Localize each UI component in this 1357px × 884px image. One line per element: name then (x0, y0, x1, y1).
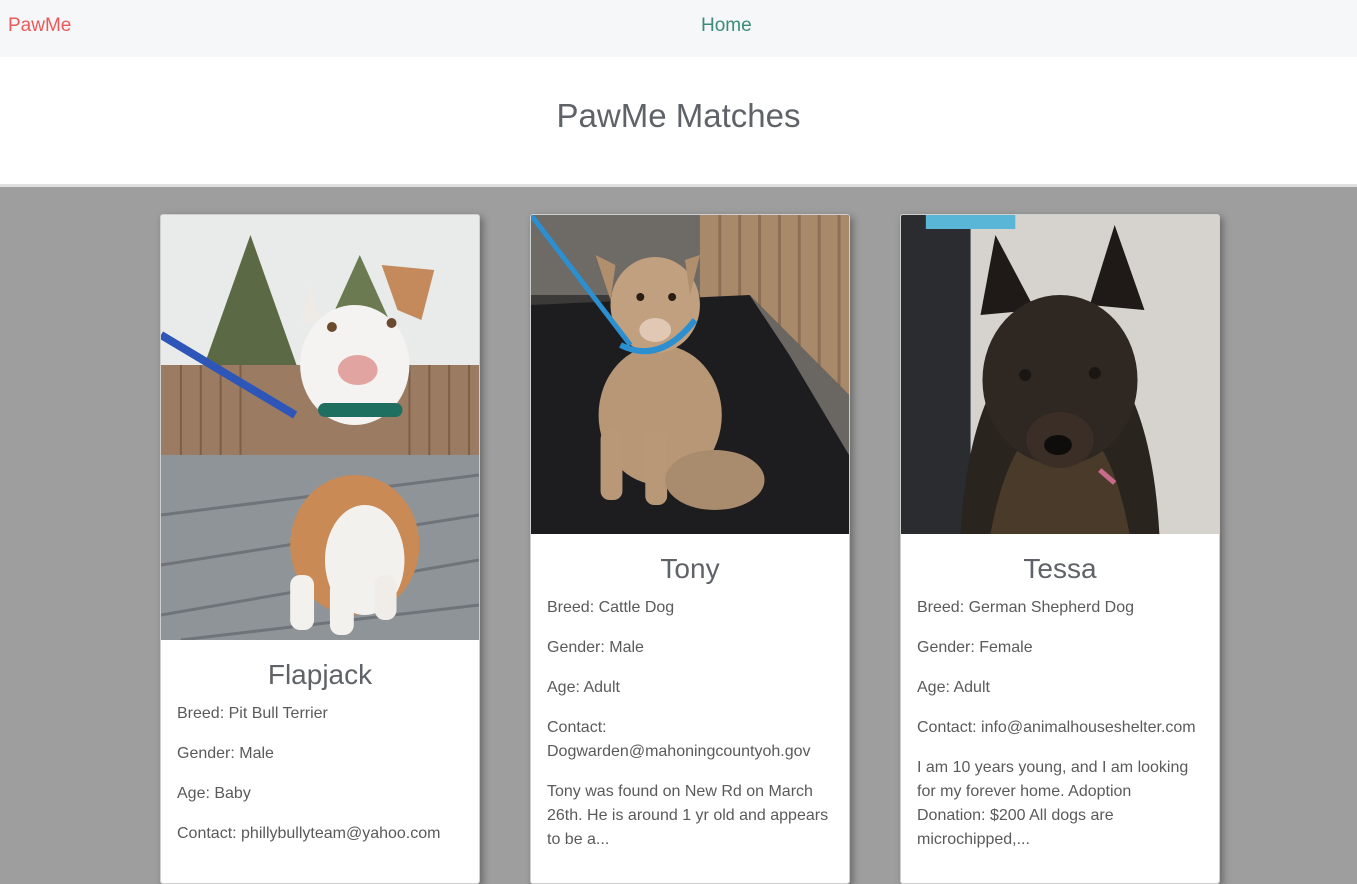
brand-logo-link[interactable]: PawMe (8, 15, 71, 37)
page-header: PawMe Matches (0, 57, 1357, 187)
pet-gender: Gender: Male (177, 745, 274, 762)
pet-age: Age: Adult (547, 679, 620, 696)
pet-breed: Breed: Pit Bull Terrier (177, 705, 328, 722)
pet-gender: Gender: Male (547, 639, 644, 656)
pet-card-flapjack[interactable]: Flapjack Breed: Pit Bull Terrier Gender:… (160, 214, 480, 884)
pet-name: Tony (660, 553, 720, 584)
page-title: PawMe Matches (556, 97, 801, 134)
pet-name: Flapjack (267, 659, 373, 690)
pet-breed: Breed: Cattle Dog (547, 599, 675, 616)
nav-home-link[interactable]: Home (701, 15, 752, 37)
cattle-dog-photo-icon (531, 215, 849, 534)
pet-breed: Breed: German Shepherd Dog (917, 599, 1135, 616)
pet-description: Tony was found on New Rd on March 26th. … (547, 783, 829, 848)
pet-card-tony[interactable]: Tony Breed: Cattle Dog Gender: Male Age:… (530, 214, 850, 884)
shepherd-dog-photo-icon (901, 215, 1219, 534)
puppy-photo-icon (161, 215, 479, 640)
pet-age: Age: Adult (917, 679, 990, 696)
pet-contact: Contact: info@animalhouseshelter.com (917, 719, 1196, 736)
pet-gender: Gender: Female (917, 639, 1033, 656)
pet-age: Age: Baby (177, 785, 251, 802)
pet-contact: Contact: Dogwarden@mahoningcountyoh.gov (547, 719, 811, 760)
pet-photo (161, 215, 479, 640)
pet-card-tessa[interactable]: Tessa Breed: German Shepherd Dog Gender:… (900, 214, 1220, 884)
pet-photo (901, 215, 1219, 534)
top-navbar: PawMe Home (0, 0, 1357, 57)
pet-description: I am 10 years young, and I am looking fo… (917, 759, 1189, 848)
pet-name: Tessa (1023, 553, 1097, 584)
pet-photo (531, 215, 849, 534)
pet-contact: Contact: phillybullyteam@yahoo.com (177, 825, 441, 842)
